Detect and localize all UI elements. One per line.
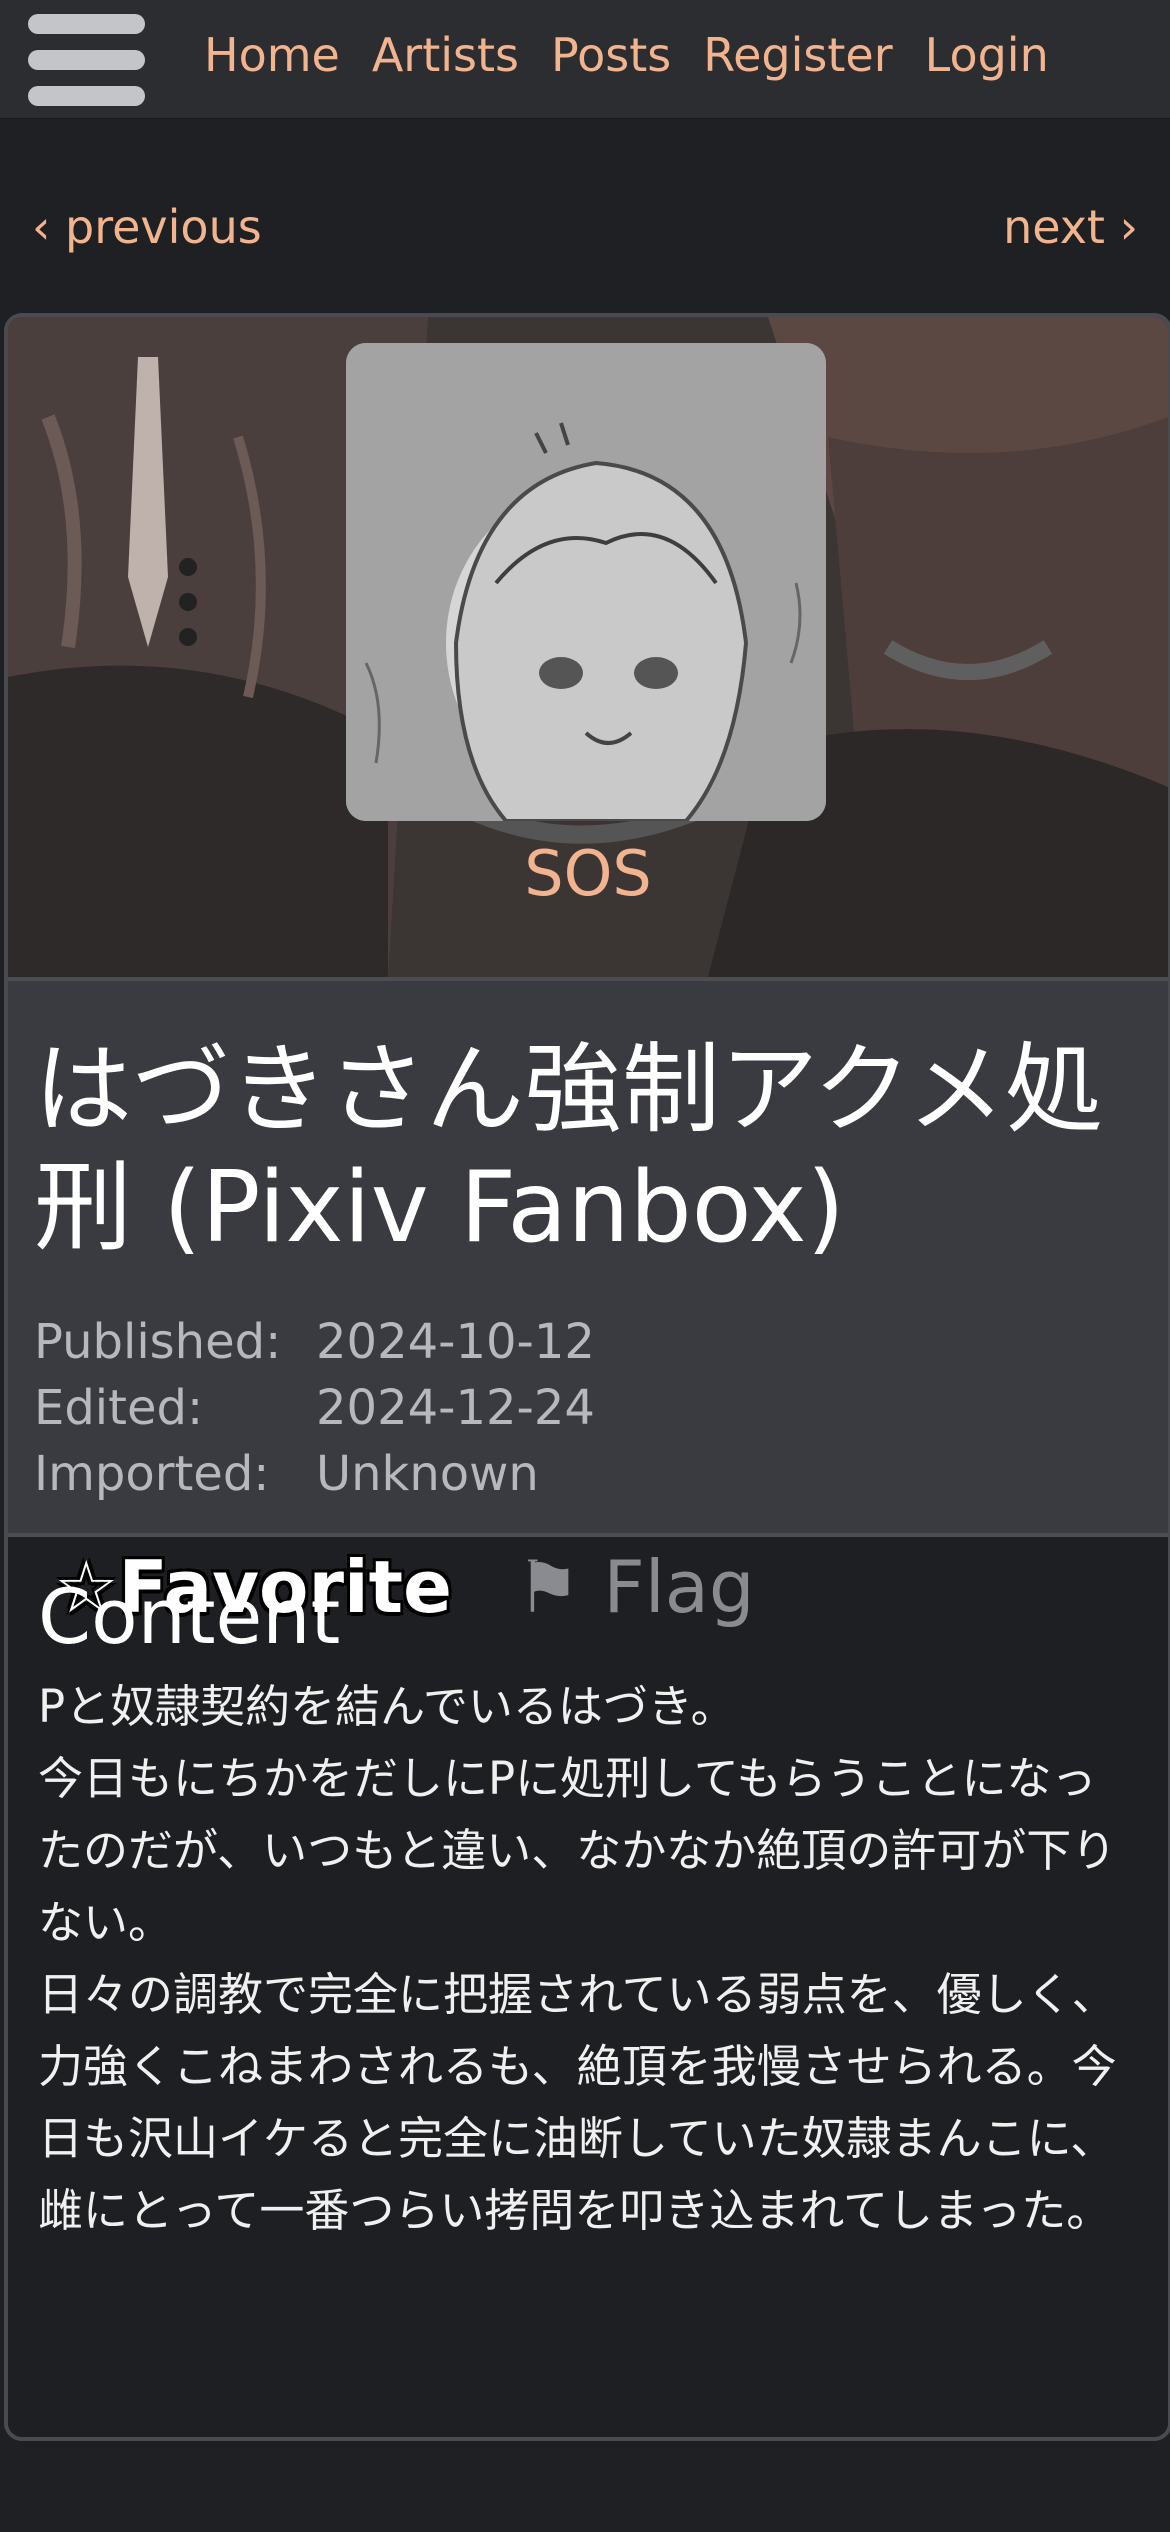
previous-post-link[interactable]: ‹ previous	[32, 200, 262, 254]
nav-register-link[interactable]: Register	[703, 28, 892, 82]
nav-links: Home Artists Posts Register Login	[204, 0, 1049, 110]
published-row: Published: 2024-10-12	[34, 1309, 1142, 1375]
avatar-image	[346, 343, 826, 821]
flag-button[interactable]: ⚑ Flag	[516, 1545, 755, 1629]
artist-avatar[interactable]	[346, 343, 826, 821]
published-value: 2024-10-12	[316, 1314, 595, 1370]
content-line: 今日もにちかをだしにPに処刑してもらうことになったのだが、いつもと違い、なかなか…	[38, 1752, 1117, 1949]
content-line: Pと奴隷契約を結んでいるはづき。	[38, 1680, 736, 1733]
post-card: SOS はづきさん強制アクメ処刑 (Pixiv Fanbox) Publishe…	[4, 313, 1170, 2441]
imported-value: Unknown	[316, 1446, 539, 1502]
post-title: はづきさん強制アクメ処刑 (Pixiv Fanbox)	[34, 1033, 1104, 1265]
menu-icon[interactable]	[28, 14, 145, 106]
artist-name-link[interactable]: SOS	[8, 837, 1168, 910]
nav-login-link[interactable]: Login	[925, 28, 1049, 82]
edited-row: Edited: 2024-12-24	[34, 1375, 1142, 1441]
published-label: Published:	[34, 1314, 282, 1370]
nav-artists-link[interactable]: Artists	[372, 28, 519, 82]
edited-value: 2024-12-24	[316, 1380, 595, 1436]
post-meta: はづきさん強制アクメ処刑 (Pixiv Fanbox) Published: 2…	[8, 977, 1168, 1629]
nav-home-link[interactable]: Home	[204, 28, 340, 82]
post-dates: Published: 2024-10-12 Edited: 2024-12-24…	[34, 1309, 1142, 1507]
imported-label: Imported:	[34, 1446, 270, 1502]
content-line: 日々の調教で完全に把握されている弱点を、優しく、力強くこねまわされるも、絶頂を我…	[38, 1968, 1117, 2237]
next-post-link[interactable]: next ›	[1003, 200, 1138, 254]
post-content: Content Pと奴隷契約を結んでいるはづき。 今日もにちかをだしにPに処刑し…	[8, 1537, 1168, 2437]
content-body: Pと奴隷契約を結んでいるはづき。 今日もにちかをだしにPに処刑してもらうことにな…	[38, 1671, 1138, 2247]
edited-label: Edited:	[34, 1380, 204, 1436]
nav-posts-link[interactable]: Posts	[551, 28, 671, 82]
artist-banner: SOS	[8, 317, 1168, 977]
top-navigation: Home Artists Posts Register Login	[0, 0, 1170, 119]
imported-row: Imported: Unknown	[34, 1441, 1142, 1507]
